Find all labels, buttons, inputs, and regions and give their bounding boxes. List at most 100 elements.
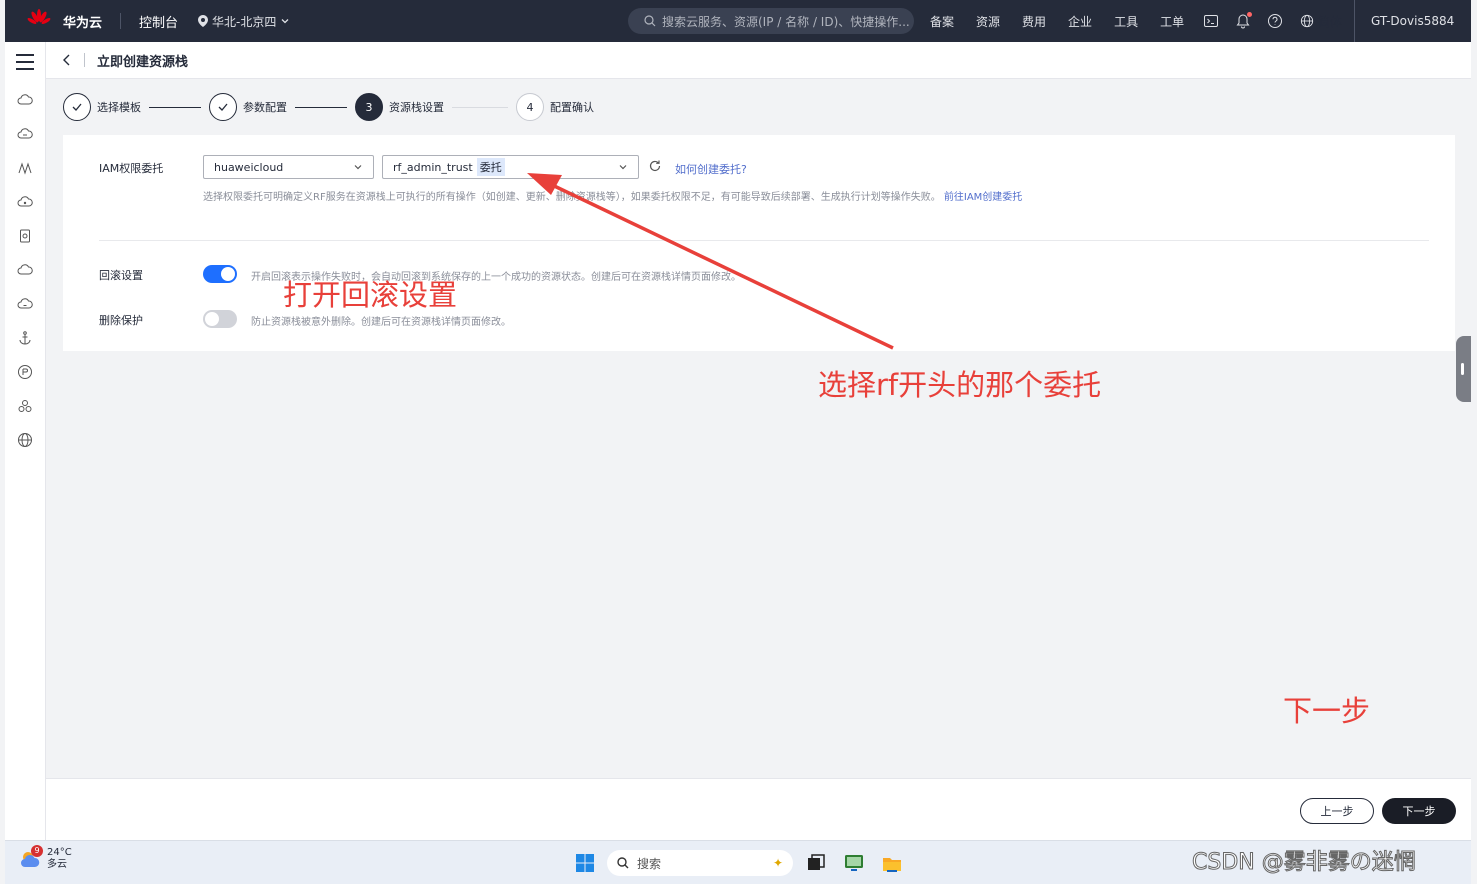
step-label: 选择模板 — [97, 101, 141, 114]
wizard-footer: 上一步 下一步 — [46, 778, 1471, 840]
step-stack-settings: 3 资源栈设置 — [355, 93, 444, 121]
menu-hamburger-icon[interactable] — [16, 54, 34, 70]
search-icon — [617, 857, 629, 869]
cloud-server-icon[interactable] — [17, 92, 33, 108]
divider — [84, 53, 85, 67]
toggle-knob — [221, 267, 235, 281]
task-view-icon[interactable] — [805, 852, 827, 874]
notification-dot — [1247, 12, 1252, 17]
agency-hint: 选择权限委托可明确定义RF服务在资源栈上可执行的所有操作（如创建、更新、删除资源… — [203, 188, 1022, 203]
rollback-label: 回滚设置 — [99, 269, 143, 282]
step-connector — [452, 106, 508, 108]
taskbar-search[interactable]: 搜索 ✦ — [607, 850, 793, 876]
remote-desktop-icon[interactable] — [843, 852, 865, 874]
rollback-toggle[interactable] — [203, 265, 237, 283]
anchor-icon[interactable] — [17, 330, 33, 346]
annotation-arrow — [527, 173, 894, 350]
sparkle-icon: ✦ — [772, 856, 783, 870]
chevron-down-icon — [619, 165, 627, 170]
nav-tickets[interactable]: 工单 — [1160, 13, 1184, 30]
annotation-next: 下一步 — [1283, 694, 1371, 728]
global-search-input[interactable]: 搜索云服务、资源(IP / 名称 / ID)、快捷操作... — [628, 8, 914, 34]
wizard-steps: 选择模板 参数配置 3 资源栈设置 4 配置确认 — [63, 92, 594, 122]
bell-icon[interactable] — [1234, 12, 1252, 30]
nav-tools[interactable]: 工具 — [1114, 13, 1138, 30]
nav-enterprise[interactable]: 企业 — [1068, 13, 1092, 30]
provider-select[interactable]: huaweicloud — [203, 155, 374, 179]
side-drawer-handle[interactable] — [1456, 336, 1471, 402]
delete-protection-toggle[interactable] — [203, 310, 237, 328]
region-selector[interactable]: 华北-北京四 — [198, 13, 290, 30]
brand-name[interactable]: 华为云 — [63, 12, 102, 31]
check-icon — [209, 93, 237, 121]
go-iam-create-link[interactable]: 前往IAM创建委托 — [944, 192, 1022, 203]
refresh-icon[interactable] — [648, 159, 662, 173]
temperature: 24°C — [47, 847, 72, 858]
divider — [99, 240, 1429, 241]
taskbar-search-label: 搜索 — [637, 856, 662, 871]
agency-select[interactable]: rf_admin_trust 委托 — [382, 155, 639, 179]
step-param-config: 参数配置 — [209, 93, 287, 121]
location-pin-icon — [198, 15, 209, 27]
search-placeholder: 搜索云服务、资源(IP / 名称 / ID)、快捷操作... — [662, 14, 910, 29]
agency-hint-text: 选择权限委托可明确定义RF服务在资源栈上可执行的所有操作（如创建、更新、删除资源… — [203, 192, 941, 203]
csdn-watermark: CSDN @雾非雾の迷惘 — [1192, 850, 1417, 876]
top-nav-links: 备案 资源 费用 企业 工具 工单 — [930, 0, 1184, 42]
step-label: 资源栈设置 — [389, 101, 444, 114]
chevron-down-icon — [281, 19, 289, 24]
step-label: 配置确认 — [550, 101, 594, 114]
nav-billing[interactable]: 费用 — [1022, 13, 1046, 30]
nav-beian[interactable]: 备案 — [930, 13, 954, 30]
language-label: 简体 — [1318, 14, 1343, 29]
cluster-icon[interactable] — [17, 398, 33, 414]
cloud-storage-icon[interactable] — [17, 194, 33, 210]
agency-value: rf_admin_trust — [393, 160, 473, 174]
step-confirm: 4 配置确认 — [516, 93, 594, 121]
globe-network-icon[interactable] — [17, 432, 33, 448]
file-explorer-icon[interactable] — [881, 852, 903, 874]
page-title: 立即创建资源栈 — [97, 54, 189, 70]
console-link[interactable]: 控制台 — [139, 12, 178, 31]
step-number: 3 — [355, 93, 383, 121]
chevron-down-icon — [354, 165, 362, 170]
delete-protection-label: 删除保护 — [99, 314, 143, 327]
next-step-button[interactable]: 下一步 — [1382, 798, 1456, 824]
step-connector — [295, 106, 347, 108]
billing-icon[interactable] — [17, 364, 33, 380]
agency-type-tag: 委托 — [476, 158, 505, 176]
weather-badge: 9 — [31, 845, 43, 857]
huawei-logo-icon[interactable] — [27, 9, 51, 33]
globe-icon — [1300, 14, 1314, 28]
step-select-template: 选择模板 — [63, 93, 141, 121]
ai-model-icon[interactable] — [17, 160, 33, 176]
divider — [120, 13, 122, 29]
user-account-menu[interactable]: GT-Dovis5884 — [1354, 0, 1454, 42]
username: GT-Dovis5884 — [1371, 14, 1455, 28]
annotation-rollback: 打开回滚设置 — [283, 278, 458, 312]
language-selector[interactable]: 简体 — [1300, 13, 1342, 30]
previous-step-button[interactable]: 上一步 — [1300, 798, 1374, 824]
page-header: 立即创建资源栈 — [46, 42, 1471, 79]
document-icon[interactable] — [17, 228, 33, 244]
stack-settings-form: IAM权限委托 huaweicloud rf_admin_trust 委托 如何… — [63, 135, 1455, 351]
windows-start-icon[interactable] — [575, 853, 595, 873]
toggle-knob — [205, 312, 219, 326]
weather-condition: 多云 — [47, 859, 67, 870]
back-arrow-icon[interactable] — [60, 53, 74, 67]
nav-resources[interactable]: 资源 — [976, 13, 1000, 30]
cloud-database-icon[interactable] — [17, 126, 33, 142]
how-to-create-agency-link[interactable]: 如何创建委托? — [675, 161, 747, 177]
help-icon[interactable] — [1266, 12, 1284, 30]
step-connector — [149, 106, 201, 108]
weather-widget[interactable]: 9 24°C 多云 — [19, 845, 72, 871]
cloud-service-icon[interactable] — [17, 296, 33, 312]
top-nav-icons: 简体 — [1202, 0, 1342, 42]
cloud-network-icon[interactable] — [17, 262, 33, 278]
step-label: 参数配置 — [243, 101, 287, 114]
terminal-icon[interactable] — [1202, 12, 1220, 30]
delete-protection-description: 防止资源栈被意外删除。创建后可在资源栈详情页面修改。 — [251, 317, 511, 328]
check-icon — [63, 93, 91, 121]
provider-value: huaweicloud — [214, 160, 284, 174]
annotation-agency: 选择rf开头的那个委托 — [818, 368, 1102, 402]
left-service-rail — [5, 42, 46, 840]
